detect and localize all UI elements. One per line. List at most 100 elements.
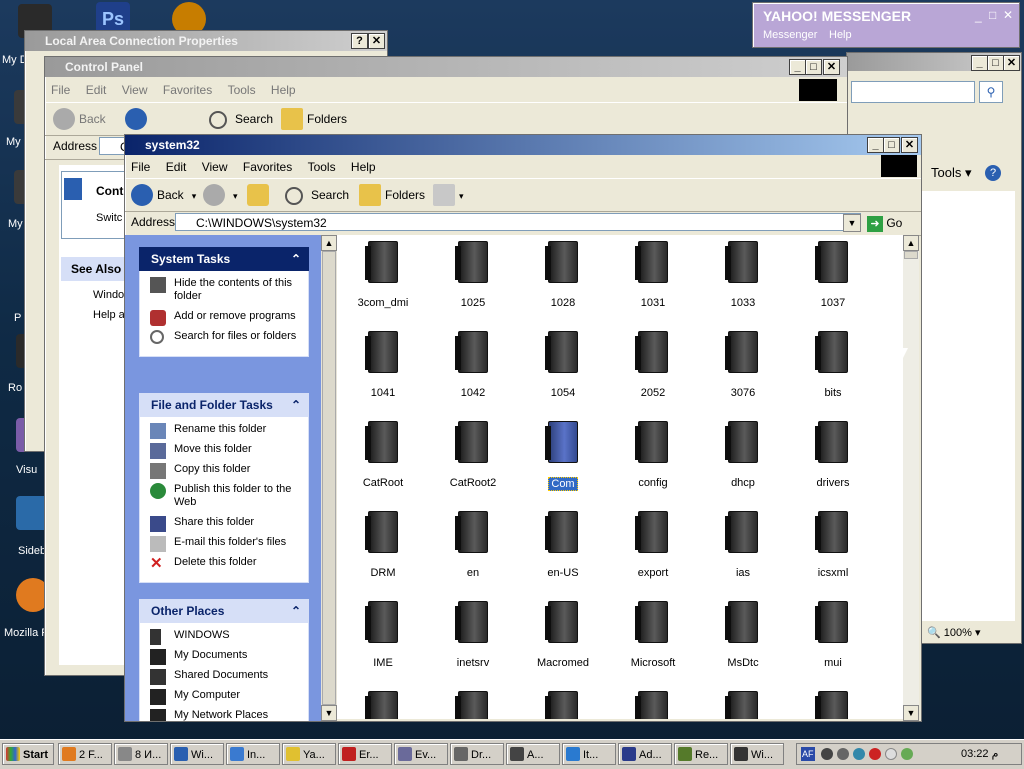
folder-item[interactable]: Microsoft — [613, 601, 693, 669]
menu-edit[interactable]: Edit — [166, 160, 187, 174]
menu-help[interactable]: Help — [351, 160, 376, 174]
scroll-thumb[interactable] — [904, 251, 918, 259]
folder-item[interactable]: 1031 — [613, 241, 693, 309]
add-remove-programs-task[interactable]: Add or remove programs — [150, 310, 300, 326]
taskbar-item[interactable]: 8 И... — [114, 743, 168, 765]
folder-item[interactable]: IME — [343, 601, 423, 669]
folder-item[interactable]: config — [613, 421, 693, 489]
search-icon[interactable]: ⚲ — [979, 81, 1003, 103]
menu-favorites[interactable]: Favorites — [243, 160, 292, 174]
close-button[interactable]: ✕ — [368, 33, 385, 49]
views-button[interactable]: ▾ — [433, 183, 464, 207]
see-also-windows-update[interactable]: Windo — [93, 289, 124, 301]
folder-item[interactable] — [613, 691, 693, 719]
folder-item[interactable]: export — [613, 511, 693, 579]
folder-item[interactable]: 1028 — [523, 241, 603, 309]
content-vscroll[interactable]: ▲ ▼ — [903, 235, 919, 721]
forward-button[interactable] — [125, 107, 151, 131]
folder-item[interactable]: 1041 — [343, 331, 423, 399]
address-input[interactable]: C:\WINDOWS\system32 — [175, 213, 861, 231]
maximize-button[interactable]: □ — [883, 137, 900, 153]
collapse-icon[interactable]: ⌃ — [291, 247, 301, 271]
folder-item[interactable]: 1033 — [703, 241, 783, 309]
folder-item[interactable]: MsDtc — [703, 601, 783, 669]
folder-item[interactable]: 1037 — [793, 241, 873, 309]
folder-item[interactable]: 2052 — [613, 331, 693, 399]
back-button[interactable]: Back — [53, 107, 106, 131]
minimize-button[interactable]: _ — [789, 59, 806, 75]
folder-item[interactable]: en-US — [523, 511, 603, 579]
start-button[interactable]: Start — [2, 743, 54, 765]
menu-file[interactable]: File — [51, 83, 70, 97]
zoom-control[interactable]: 🔍 100% ▾ — [927, 625, 1005, 641]
maximize-icon[interactable]: □ — [989, 8, 996, 22]
back-button[interactable]: Back ▾ — [131, 183, 196, 207]
delete-folder-task[interactable]: ✕ Delete this folder — [150, 556, 300, 572]
menu-tools[interactable]: Tools — [228, 83, 256, 97]
tray-icon[interactable] — [837, 748, 849, 760]
maximize-button[interactable]: □ — [805, 59, 822, 75]
folder-item[interactable]: drivers — [793, 421, 873, 489]
email-folder-task[interactable]: E-mail this folder's files — [150, 536, 300, 552]
taskbar-item[interactable]: Ev... — [394, 743, 448, 765]
minimize-button[interactable]: _ — [867, 137, 884, 153]
go-button[interactable]: ➜ Go — [867, 214, 913, 232]
yahoo-menu-messenger[interactable]: Messenger — [763, 29, 817, 41]
help-icon[interactable]: ? — [985, 165, 1001, 181]
folders-button[interactable]: Folders — [359, 183, 425, 207]
menu-view[interactable]: View — [122, 83, 148, 97]
menu-file[interactable]: File — [131, 160, 150, 174]
folder-item[interactable]: 3076 — [703, 331, 783, 399]
other-places-header[interactable]: Other Places ⌃ — [139, 599, 309, 623]
tray-icon[interactable] — [869, 748, 881, 760]
forward-button[interactable]: ▾ — [203, 183, 238, 207]
switch-classic-view-link[interactable]: Switc — [96, 212, 122, 224]
taskbar-item[interactable]: Wi... — [170, 743, 224, 765]
search-button[interactable]: Search — [285, 183, 349, 207]
maximize-button[interactable]: □ — [987, 55, 1004, 71]
folder-item[interactable] — [433, 691, 513, 719]
ie-tools-button[interactable]: Tools ▾ — [931, 165, 972, 181]
folder-item[interactable] — [793, 691, 873, 719]
tray-icon[interactable] — [901, 748, 913, 760]
place-windows[interactable]: WINDOWS — [150, 629, 300, 645]
folder-item[interactable]: CatRoot2 — [433, 421, 513, 489]
hide-contents-task[interactable]: Hide the contents of this folder — [150, 277, 300, 303]
folder-item[interactable]: ias — [703, 511, 783, 579]
menu-view[interactable]: View — [202, 160, 228, 174]
menu-tools[interactable]: Tools — [308, 160, 336, 174]
taskbar-item[interactable]: A... — [506, 743, 560, 765]
taskbar-item[interactable]: Wi... — [730, 743, 784, 765]
taskbar-item[interactable]: Ad... — [618, 743, 672, 765]
address-dropdown-button[interactable]: ▼ — [843, 214, 861, 232]
system-tasks-header[interactable]: System Tasks ⌃ — [139, 247, 309, 271]
folder-item[interactable]: CatRoot — [343, 421, 423, 489]
folder-item[interactable] — [343, 691, 423, 719]
folders-button[interactable]: Folders — [281, 107, 347, 131]
scroll-thumb[interactable] — [322, 251, 336, 705]
copy-folder-task[interactable]: Copy this folder — [150, 463, 300, 479]
taskbar-item[interactable]: In... — [226, 743, 280, 765]
collapse-icon[interactable]: ⌃ — [291, 599, 301, 623]
folder-item[interactable] — [703, 691, 783, 719]
tray-icon[interactable] — [885, 748, 897, 760]
place-my-computer[interactable]: My Computer — [150, 689, 300, 705]
place-my-network[interactable]: My Network Places — [150, 709, 300, 721]
taskbar-item[interactable]: Re... — [674, 743, 728, 765]
folder-item[interactable]: Macromed — [523, 601, 603, 669]
publish-folder-task[interactable]: Publish this folder to the Web — [150, 483, 300, 509]
move-folder-task[interactable]: Move this folder — [150, 443, 300, 459]
folder-item[interactable]: bits — [793, 331, 873, 399]
ie-address-input[interactable] — [851, 81, 975, 103]
search-files-task[interactable]: Search for files or folders — [150, 330, 300, 344]
language-indicator[interactable]: AF — [801, 747, 815, 761]
place-shared-documents[interactable]: Shared Documents — [150, 669, 300, 685]
menu-edit[interactable]: Edit — [86, 83, 107, 97]
file-folder-tasks-header[interactable]: File and Folder Tasks ⌃ — [139, 393, 309, 417]
folder-item[interactable]: dhcp — [703, 421, 783, 489]
minimize-button[interactable]: _ — [971, 55, 988, 71]
rename-folder-task[interactable]: Rename this folder — [150, 423, 300, 439]
folder-item[interactable]: en — [433, 511, 513, 579]
taskbar-item[interactable]: Ya... — [282, 743, 336, 765]
taskbar-item[interactable]: Er... — [338, 743, 392, 765]
